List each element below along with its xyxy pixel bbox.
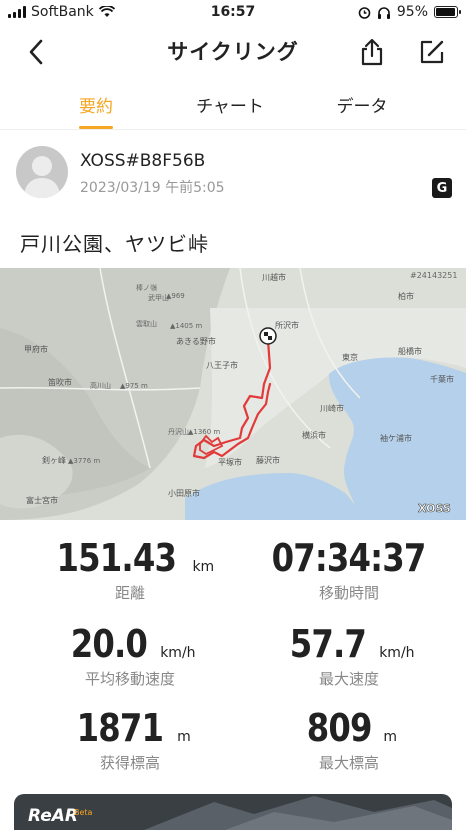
- map-label: 高川山: [90, 381, 111, 390]
- map-label: 甲府市: [24, 344, 48, 354]
- stat-elevation-gain: 1871 m 获得標高: [30, 706, 230, 773]
- map-label: 笛吹市: [48, 377, 72, 387]
- peak-label: ▲975 m: [120, 382, 148, 390]
- user-silhouette-icon: [24, 156, 60, 198]
- distance-value: 151.43: [56, 536, 176, 580]
- tab-data[interactable]: データ: [302, 92, 422, 117]
- tab-summary[interactable]: 要約: [36, 92, 156, 117]
- map-label: 柏市: [398, 291, 414, 301]
- map-id-label: #24143251: [410, 271, 457, 280]
- max-speed-value: 57.7: [290, 622, 367, 666]
- stat-moving-time: 07:34:37 移動時間: [249, 536, 449, 603]
- map-label: 横浜市: [302, 430, 326, 440]
- beta-badge: Beta: [74, 808, 93, 817]
- avg-speed-value: 20.0: [71, 622, 148, 666]
- garmin-connect-icon: G: [432, 178, 452, 198]
- peak-label: ▲969: [166, 292, 185, 300]
- map-label: 川越市: [262, 272, 286, 282]
- map-label: 川崎市: [320, 403, 344, 413]
- map-label: 所沢市: [275, 320, 299, 330]
- headphones-icon: [377, 6, 390, 19]
- map-label: 袖ケ浦市: [380, 433, 412, 443]
- stat-distance: 151.43 km 距離: [30, 536, 230, 603]
- active-tab-indicator: [79, 126, 113, 129]
- battery-icon: [434, 6, 461, 18]
- distance-label: 距離: [114, 584, 145, 602]
- distance-unit: km: [192, 559, 215, 575]
- elevation-gain-unit: m: [177, 729, 191, 745]
- share-icon: [361, 38, 383, 66]
- avg-speed-label: 平均移動速度: [84, 670, 175, 688]
- map-label: 藤沢市: [256, 455, 280, 465]
- map-label: 雲取山: [136, 319, 157, 328]
- stat-avg-speed: 20.0 km/h 平均移動速度: [30, 622, 230, 689]
- share-button[interactable]: [356, 36, 388, 68]
- map-label: 東京: [342, 352, 358, 362]
- map-label: 富士宮市: [26, 495, 58, 505]
- map-label: 千葉市: [430, 374, 454, 384]
- moving-time-value: 07:34:37: [272, 536, 427, 580]
- map-label: 小田原市: [168, 488, 200, 498]
- nav-bar: サイクリング: [0, 26, 466, 78]
- tab-chart[interactable]: チャート: [170, 92, 290, 117]
- map-label: 八王子市: [206, 360, 238, 370]
- banner-title: ReAR: [28, 806, 79, 826]
- alarm-icon: [358, 6, 371, 19]
- route-map[interactable]: 川越市 柏市 所沢市 あきる野市 東京 船橋市 八王子市 千葉市 甲府市 笛吹市…: [0, 268, 466, 520]
- activity-datetime: 2023/03/19 午前5:05: [80, 180, 225, 196]
- max-speed-label: 最大速度: [318, 670, 379, 688]
- map-label: 棒ノ嶺: [136, 283, 157, 292]
- peak-label: ▲1405 m: [170, 322, 202, 330]
- user-name: XOSS#B8F56B: [80, 151, 206, 171]
- map-label: 丹沢山: [168, 427, 189, 436]
- peak-label: ▲1360 m: [188, 428, 220, 436]
- avatar[interactable]: [16, 146, 68, 198]
- max-speed-unit: km/h: [379, 645, 415, 661]
- edit-button[interactable]: [416, 36, 448, 68]
- activity-header: XOSS#B8F56B 2023/03/19 午前5:05 G: [16, 146, 456, 202]
- map-label: 平塚市: [218, 457, 242, 467]
- map-label: 剣ヶ峰: [42, 455, 66, 465]
- battery-percent: 95%: [396, 4, 428, 20]
- peak-label: ▲3776 m: [68, 457, 100, 465]
- status-bar: SoftBank 16:57 95%: [0, 0, 466, 26]
- max-elevation-value: 809: [306, 706, 373, 750]
- rear-banner[interactable]: ReAR Beta: [14, 794, 452, 830]
- map-label: あきる野市: [176, 336, 216, 346]
- map-label: 船橋市: [398, 346, 422, 356]
- stat-max-speed: 57.7 km/h 最大速度: [249, 622, 449, 689]
- start-finish-icon: [259, 327, 277, 345]
- max-elevation-label: 最大標高: [318, 754, 379, 772]
- max-elevation-unit: m: [383, 729, 397, 745]
- avg-speed-unit: km/h: [160, 645, 196, 661]
- moving-time-label: 移動時間: [318, 584, 379, 602]
- edit-icon: [420, 40, 444, 64]
- tab-bar: 要約 チャート データ: [0, 84, 466, 130]
- stat-max-elevation: 809 m 最大標高: [249, 706, 449, 773]
- elevation-gain-value: 1871: [76, 706, 164, 750]
- page-title: サイクリング: [167, 40, 299, 64]
- map-watermark: XOSS: [418, 502, 451, 515]
- route-title: 戸川公園、ヤツビ峠: [20, 232, 209, 256]
- elevation-gain-label: 获得標高: [99, 754, 160, 772]
